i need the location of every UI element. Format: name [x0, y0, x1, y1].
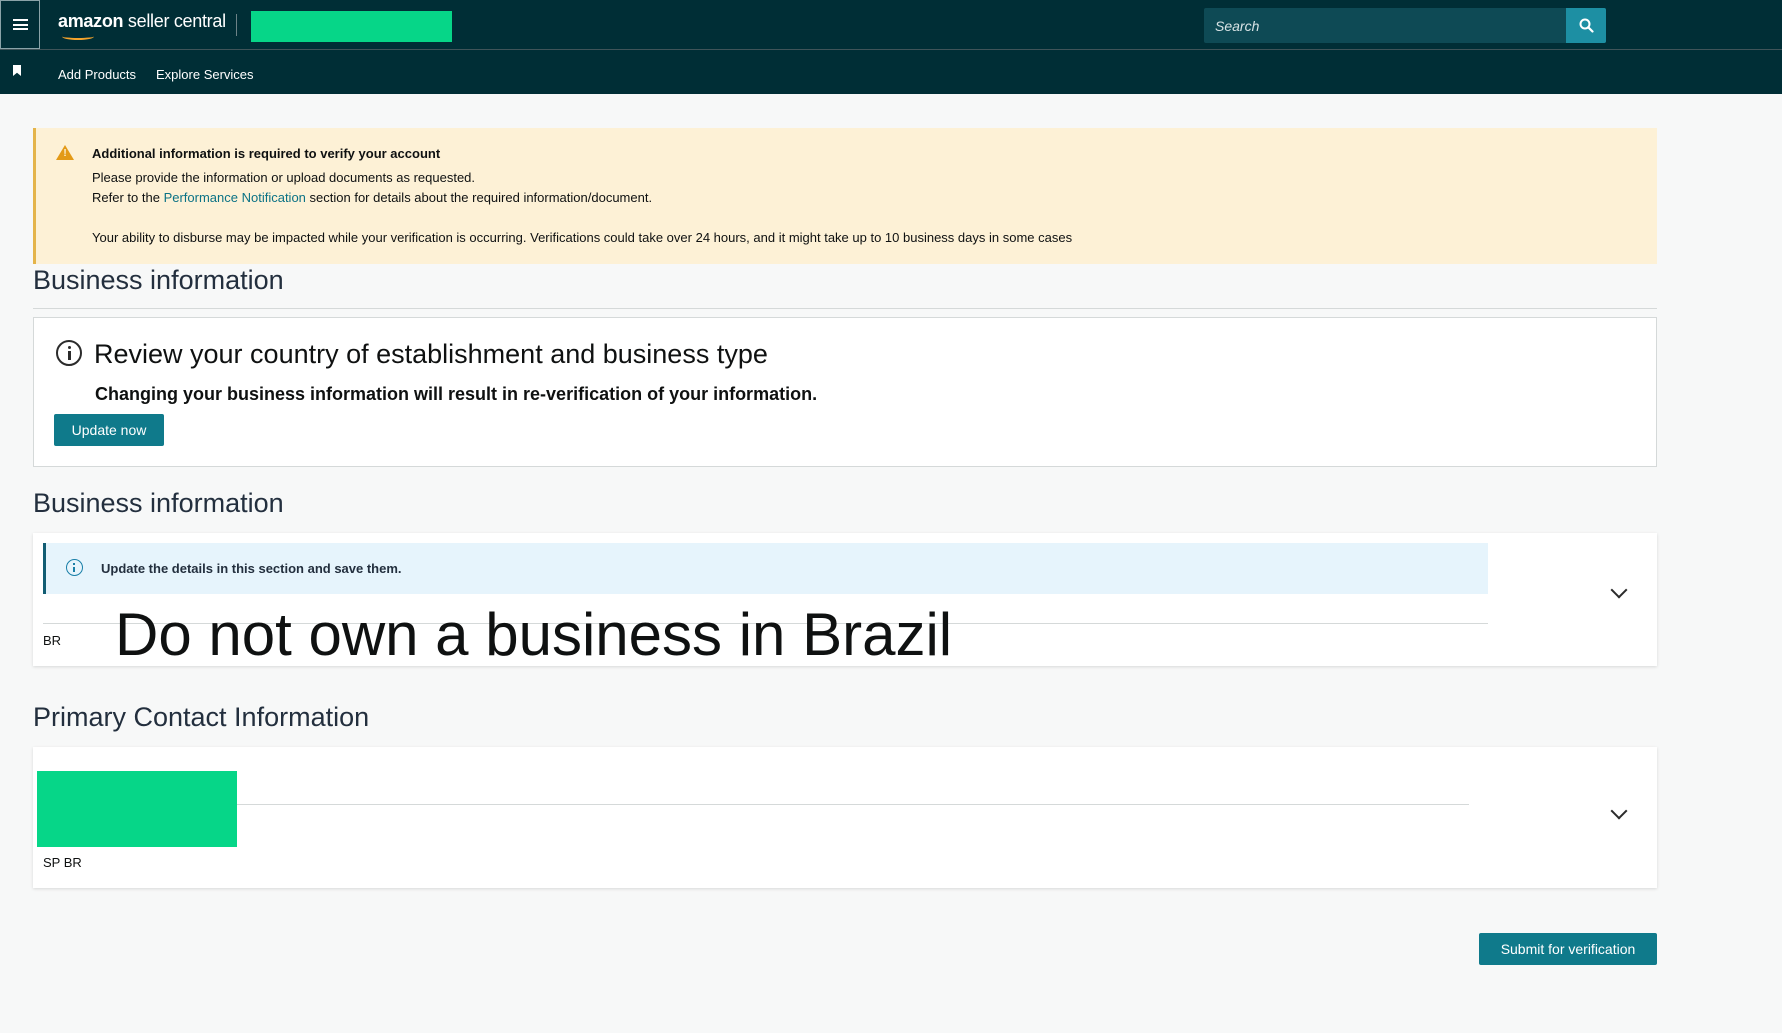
divider	[33, 308, 1657, 309]
search-button[interactable]	[1566, 8, 1606, 43]
review-title: Review your country of establishment and…	[94, 339, 768, 369]
logo-brand: amazon	[58, 11, 124, 31]
alert-line-2: Refer to the Performance Notification se…	[92, 190, 652, 205]
search-input[interactable]	[1204, 8, 1566, 43]
alert-line-2-suffix: section for details about the required i…	[309, 190, 653, 205]
performance-notification-link[interactable]: Performance Notification	[164, 190, 306, 205]
redacted-contact-name	[37, 771, 237, 847]
nav-link-add-products[interactable]: Add Products	[58, 67, 136, 82]
top-bar: amazon seller central	[0, 0, 1782, 50]
chevron-down-icon[interactable]	[1610, 581, 1628, 599]
submit-for-verification-button[interactable]: Submit for verification	[1479, 933, 1657, 965]
divider	[43, 804, 1469, 805]
info-note-text: Update the details in this section and s…	[101, 561, 402, 576]
info-icon	[56, 340, 82, 366]
chevron-down-icon[interactable]	[1610, 802, 1628, 820]
alert-line-1: Please provide the information or upload…	[92, 170, 476, 185]
section-title-business-info-details: Business information	[33, 488, 284, 518]
nav-link-explore-services[interactable]: Explore Services	[156, 67, 254, 82]
info-icon	[66, 559, 83, 576]
section-title-primary-contact: Primary Contact Information	[33, 702, 370, 732]
review-subtitle: Changing your business information will …	[95, 384, 818, 404]
smile-icon	[62, 33, 94, 40]
hamburger-menu-icon[interactable]	[0, 0, 40, 49]
search-box	[1204, 8, 1606, 43]
alert-line-3: Your ability to disburse may be impacted…	[92, 230, 1073, 245]
overlay-annotation: Do not own a business in Brazil	[115, 601, 953, 668]
logo-product: seller central	[127, 11, 226, 31]
alert-line-2-prefix: Refer to the	[92, 190, 160, 205]
contact-region: SP BR	[43, 855, 82, 870]
nav-bar: Add Products Explore Services	[0, 50, 1782, 94]
section-title-business-info: Business information	[33, 265, 284, 295]
amazon-seller-central-logo[interactable]: amazon seller central	[58, 11, 226, 40]
verification-alert: Additional information is required to ve…	[33, 128, 1657, 264]
country-code: BR	[43, 633, 62, 648]
bookmark-icon[interactable]	[13, 65, 21, 76]
search-icon	[1579, 18, 1594, 33]
review-country-card: Review your country of establishment and…	[33, 317, 1657, 467]
alert-title: Additional information is required to ve…	[92, 146, 441, 161]
redacted-store-name	[251, 11, 452, 42]
logo-divider	[236, 14, 237, 36]
warning-icon	[56, 145, 74, 160]
info-note: Update the details in this section and s…	[43, 543, 1488, 594]
update-now-button[interactable]: Update now	[54, 414, 164, 446]
primary-contact-card[interactable]: +55 11 2345 6789 SP BR	[33, 747, 1657, 888]
